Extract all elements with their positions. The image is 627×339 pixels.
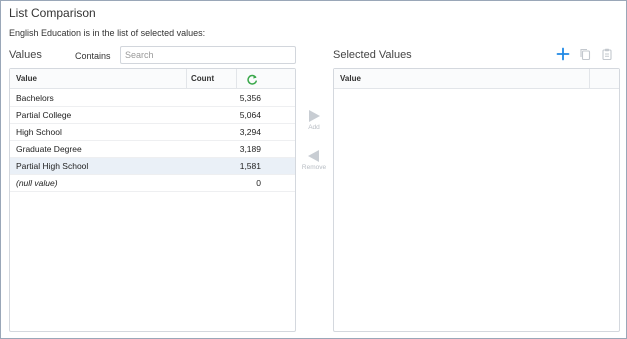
selected-values-grid: Value [333, 68, 620, 332]
values-grid-header: Value Count [10, 69, 295, 89]
filter-description: English Education is in the list of sele… [9, 28, 206, 38]
table-row[interactable]: Graduate Degree 3,189 [10, 141, 295, 158]
search-input[interactable] [120, 46, 296, 64]
refresh-icon[interactable] [246, 73, 258, 85]
add-label: Add [308, 124, 320, 131]
add-button[interactable]: Add [298, 109, 330, 131]
values-heading: Values [9, 49, 42, 61]
row-count: 1,581 [239, 161, 261, 171]
plus-icon[interactable] [556, 47, 570, 61]
row-count: 5,356 [239, 93, 261, 103]
table-row[interactable]: (null value) 0 [10, 175, 295, 192]
row-count: 3,294 [239, 127, 261, 137]
selected-values-heading: Selected Values [333, 49, 412, 61]
column-divider [589, 69, 590, 89]
selected-grid-header: Value [334, 69, 619, 89]
triangle-right-icon [309, 110, 320, 122]
row-value: Graduate Degree [16, 144, 82, 154]
table-row[interactable]: Partial College 5,064 [10, 107, 295, 124]
clipboard-icon[interactable] [600, 47, 614, 61]
selected-value-column-header[interactable]: Value [340, 69, 361, 89]
triangle-left-icon [308, 150, 319, 162]
count-column-header[interactable]: Count [191, 69, 214, 89]
remove-label: Remove [301, 164, 327, 171]
dialog-title: List Comparison [9, 6, 96, 20]
row-value: Bachelors [16, 93, 54, 103]
row-count: 5,064 [239, 110, 261, 120]
row-count: 3,189 [239, 144, 261, 154]
row-value: (null value) [16, 178, 58, 188]
column-divider [186, 69, 187, 89]
value-column-header[interactable]: Value [16, 69, 37, 89]
contains-label: Contains [75, 51, 111, 61]
row-value: Partial High School [16, 161, 89, 171]
row-value: Partial College [16, 110, 72, 120]
column-divider [236, 69, 237, 89]
copy-icon[interactable] [578, 47, 592, 61]
values-list: Bachelors 5,356 Partial College 5,064 Hi… [10, 89, 295, 192]
table-row[interactable]: Bachelors 5,356 [10, 90, 295, 107]
table-row-hovered[interactable]: Partial High School 1,581 [10, 158, 295, 175]
row-count: 0 [256, 178, 261, 188]
values-grid: Value Count Bachelors 5,356 Partial Coll… [9, 68, 296, 332]
row-value: High School [16, 127, 62, 137]
table-row[interactable]: High School 3,294 [10, 124, 295, 141]
remove-button[interactable]: Remove [298, 149, 330, 171]
